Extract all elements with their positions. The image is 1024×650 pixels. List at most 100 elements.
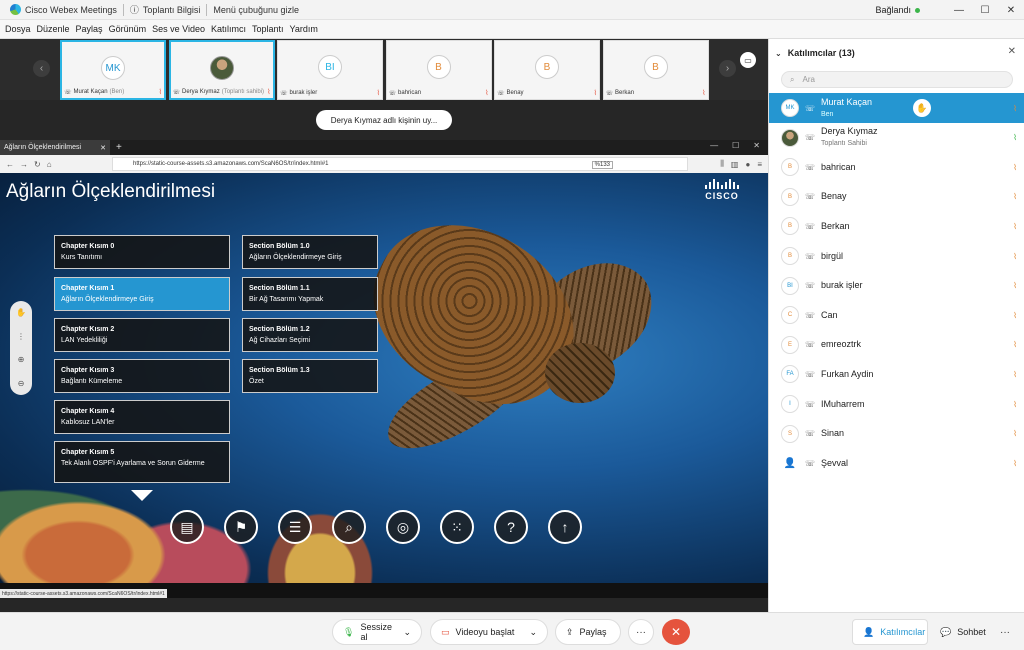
participant-row[interactable]: B ☏ Berkan ⌇ bbox=[769, 211, 1024, 241]
menu-item[interactable]: Düzenle bbox=[34, 24, 73, 34]
video-thumbnail[interactable]: B ☏ bahrican ⌇ bbox=[385, 40, 492, 100]
url-bar[interactable]: https://static-course-assets.s3.amazonaw… bbox=[112, 157, 688, 171]
browser-maximize-icon[interactable]: ☐ bbox=[732, 141, 739, 150]
mic-status-icon[interactable]: ⌇ bbox=[1013, 311, 1017, 320]
video-thumbnail[interactable]: B ☏ Benay ⌇ bbox=[494, 40, 600, 100]
glossary-icon[interactable]: ◎ bbox=[386, 510, 420, 544]
help-icon[interactable]: ? bbox=[494, 510, 528, 544]
participant-row[interactable]: C ☏ Can ⌇ bbox=[769, 300, 1024, 330]
mic-status-icon[interactable]: ⌇ bbox=[1013, 429, 1017, 438]
browser-close-icon[interactable]: ✕ bbox=[753, 141, 760, 150]
maximize-icon[interactable]: ☐ bbox=[972, 0, 998, 20]
mic-status-icon[interactable]: ⌇ bbox=[1013, 340, 1017, 349]
apps-icon[interactable]: ⁙ bbox=[440, 510, 474, 544]
more-panels-icon[interactable]: ··· bbox=[992, 619, 1018, 645]
zoom-out-icon[interactable]: ⊖ bbox=[18, 379, 25, 388]
menu-item[interactable]: Dosya bbox=[2, 24, 34, 34]
participant-row[interactable]: E ☏ emreoztrk ⌇ bbox=[769, 330, 1024, 360]
zoom-in-icon[interactable]: ⊕ bbox=[18, 355, 25, 364]
participant-row[interactable]: B ☏ birgül ⌇ bbox=[769, 241, 1024, 271]
chapter-item[interactable]: Chapter Kısım 2 LAN Yedekliliği bbox=[54, 318, 230, 352]
chapter-item[interactable]: Chapter Kısım 3 Bağlantı Kümeleme bbox=[54, 359, 230, 393]
panel-close-icon[interactable]: ✕ bbox=[1008, 46, 1016, 57]
chat-button[interactable]: 💬 Sohbet bbox=[930, 619, 990, 645]
menu-item[interactable]: Toplantı bbox=[249, 24, 287, 34]
chevron-down-icon[interactable]: ⌄ bbox=[529, 627, 537, 638]
chapter-item[interactable]: Chapter Kısım 0 Kurs Tanıtımı bbox=[54, 235, 230, 269]
participants-button[interactable]: 👤 Katılımcılar bbox=[852, 619, 928, 645]
chapter-item[interactable]: Chapter Kısım 1 Ağların Ölçeklendirmeye G… bbox=[54, 277, 230, 311]
participant-row[interactable]: B ☏ Benay ⌇ bbox=[769, 182, 1024, 212]
thumb-prev-icon[interactable]: ‹ bbox=[33, 60, 50, 77]
video-thumbnail[interactable]: ☏ Derya Kıymaz (Toplantı sahibi) ⌇ bbox=[168, 40, 275, 100]
mic-status-icon[interactable]: ⌇ bbox=[1013, 400, 1017, 409]
reload-icon[interactable]: ↻ bbox=[34, 160, 41, 169]
section-item[interactable]: Section Bölüm 1.0 Ağların Ölçeklendirmeye… bbox=[242, 235, 378, 269]
participant-row[interactable]: BI ☏ burak işler ⌇ bbox=[769, 271, 1024, 301]
back-icon[interactable]: ← bbox=[6, 160, 14, 169]
menu-item[interactable]: Katılımcı bbox=[208, 24, 249, 34]
book-icon[interactable]: ▤ bbox=[170, 510, 204, 544]
menu-item[interactable]: Yardım bbox=[287, 24, 321, 34]
video-thumbnail[interactable]: BI ☏ burak işler ⌇ bbox=[277, 40, 383, 100]
participant-row[interactable]: MK ☏ Murat Kaçan Ben ✋ ⌇ bbox=[769, 93, 1024, 123]
reader-icon[interactable]: ▥ bbox=[731, 160, 739, 169]
menu-icon[interactable]: ☰ bbox=[278, 510, 312, 544]
chevron-down-icon[interactable]: ⌄ bbox=[403, 627, 411, 638]
viewing-pill[interactable]: Derya Kıymaz adlı kişinin uy... bbox=[316, 110, 452, 130]
participant-search-input[interactable]: ⌕ Ara bbox=[781, 71, 1013, 88]
thumb-next-icon[interactable]: › bbox=[719, 60, 736, 77]
close-window-icon[interactable]: ✕ bbox=[998, 0, 1024, 20]
mic-status-icon[interactable]: ⌇ bbox=[1013, 222, 1017, 231]
mute-button[interactable]: 🎙 Sessize al ⌄ bbox=[332, 619, 422, 645]
forward-icon[interactable]: → bbox=[20, 160, 28, 169]
home-icon[interactable]: ⌂ bbox=[47, 160, 52, 169]
video-thumbnail[interactable]: B ☏ Berkan ⌇ bbox=[602, 40, 709, 100]
browser-tab[interactable]: Ağların Ölçeklendirilmesi ✕ bbox=[0, 140, 110, 155]
participant-row[interactable]: B ☏ bahrican ⌇ bbox=[769, 152, 1024, 182]
up-arrow-icon[interactable]: ↑ bbox=[548, 510, 582, 544]
minimize-icon[interactable]: — bbox=[946, 0, 972, 20]
share-button[interactable]: ⇪ Paylaş bbox=[555, 619, 621, 645]
participant-row[interactable]: ☏ Derya Kıymaz Toplantı Sahibi ⌇ bbox=[769, 123, 1024, 153]
meeting-info-button[interactable]: ⓘ Toplantı Bilgisi bbox=[124, 0, 207, 20]
mic-status-icon[interactable]: ⌇ bbox=[1013, 459, 1017, 468]
participant-row[interactable]: 👤 ☏ Şevval ⌇ bbox=[769, 448, 1024, 478]
section-item[interactable]: Section Bölüm 1.2 Ağ Cihazları Seçimi bbox=[242, 318, 378, 352]
mic-status-icon[interactable]: ⌇ bbox=[1013, 281, 1017, 290]
mic-status-icon[interactable]: ⌇ bbox=[1013, 133, 1017, 142]
library-icon[interactable]: ⫼ bbox=[720, 159, 724, 169]
pan-icon[interactable]: ⋮ bbox=[17, 332, 25, 341]
browser-minimize-icon[interactable]: — bbox=[710, 141, 718, 150]
section-item[interactable]: Section Bölüm 1.1 Bir Ağ Tasarımı Yapmak bbox=[242, 277, 378, 311]
hide-menu-button[interactable]: Menü çubuğunu gizle bbox=[207, 0, 305, 20]
chapter-item[interactable]: Chapter Kısım 5 Tek Alanlı OSPF'i Ayarlam… bbox=[54, 441, 230, 483]
search-icon[interactable]: ⌕ bbox=[332, 510, 366, 544]
raise-hand-icon[interactable]: ✋ bbox=[913, 99, 931, 117]
pointer-icon[interactable]: ✋ bbox=[16, 308, 26, 317]
menu-item[interactable]: Ses ve Video bbox=[149, 24, 208, 34]
scroll-down-icon[interactable] bbox=[131, 490, 153, 501]
bookmark-icon[interactable]: ⚑ bbox=[224, 510, 258, 544]
zoom-badge[interactable]: %133 bbox=[591, 161, 613, 169]
chevron-down-icon[interactable]: ⌄ bbox=[775, 49, 782, 58]
participant-row[interactable]: FA ☏ Furkan Aydin ⌇ bbox=[769, 359, 1024, 389]
menu-item[interactable]: Paylaş bbox=[73, 24, 106, 34]
layout-icon[interactable]: ▭ bbox=[740, 52, 756, 68]
mic-status-icon[interactable]: ⌇ bbox=[1013, 163, 1017, 172]
menu-item[interactable]: Görünüm bbox=[106, 24, 150, 34]
tab-close-icon[interactable]: ✕ bbox=[100, 144, 106, 152]
section-item[interactable]: Section Bölüm 1.3 Özet bbox=[242, 359, 378, 393]
participant-row[interactable]: I ☏ IMuharrem ⌇ bbox=[769, 389, 1024, 419]
mic-status-icon[interactable]: ⌇ bbox=[1013, 370, 1017, 379]
account-icon[interactable]: ● bbox=[745, 160, 750, 169]
start-video-button[interactable]: ▭ Videoyu başlat ⌄ bbox=[430, 619, 548, 645]
hamburger-icon[interactable]: ≡ bbox=[757, 160, 762, 169]
mic-status-icon[interactable]: ⌇ bbox=[1013, 252, 1017, 261]
video-thumbnail[interactable]: MK ☏ Murat Kaçan (Ben) ⌇ bbox=[60, 40, 166, 100]
chapter-item[interactable]: Chapter Kısım 4 Kablosuz LAN'ler bbox=[54, 400, 230, 434]
new-tab-icon[interactable]: + bbox=[116, 142, 122, 153]
leave-meeting-icon[interactable]: ✕ bbox=[662, 619, 690, 645]
mic-status-icon[interactable]: ⌇ bbox=[1013, 192, 1017, 201]
more-options-icon[interactable]: ··· bbox=[628, 619, 654, 645]
